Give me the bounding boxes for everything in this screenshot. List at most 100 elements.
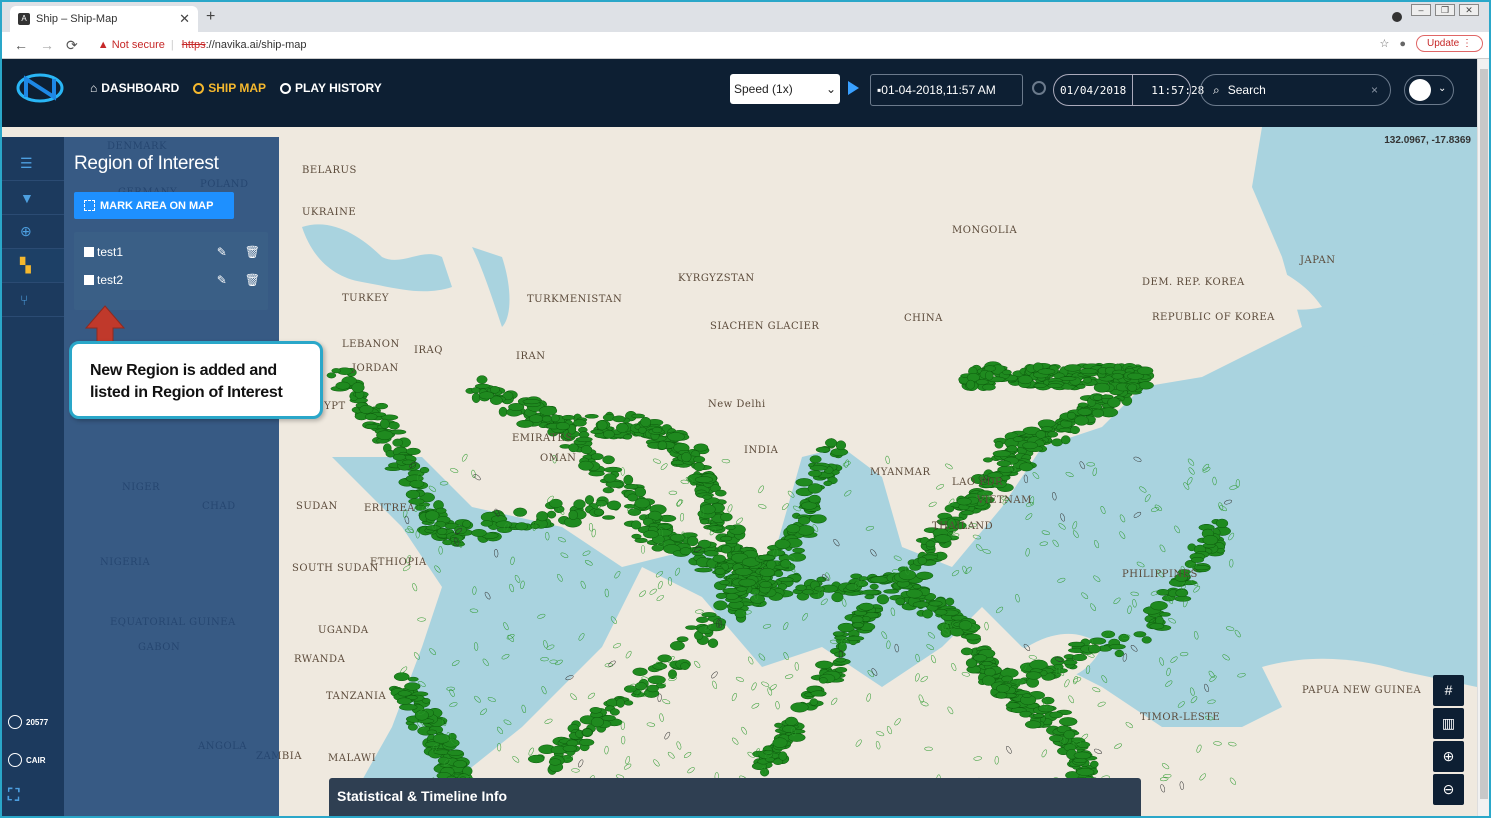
speed-select[interactable]: Speed (1x) ⌄ (730, 74, 840, 104)
ship-marker[interactable] (719, 579, 730, 586)
ship-marker[interactable] (602, 487, 615, 494)
ship-marker[interactable] (326, 372, 337, 379)
ship-marker[interactable] (453, 760, 467, 768)
edit-icon[interactable]: ✎ (217, 245, 227, 259)
ship-marker[interactable] (763, 750, 774, 755)
ship-marker[interactable] (898, 569, 917, 581)
ship-marker[interactable] (555, 422, 570, 431)
ship-marker[interactable] (1025, 671, 1042, 680)
ship-marker[interactable] (815, 660, 834, 669)
ship-marker[interactable] (774, 539, 791, 550)
ship-marker[interactable] (1215, 518, 1229, 529)
grid-hash-icon[interactable]: # (1433, 675, 1464, 706)
ship-marker[interactable] (1002, 369, 1012, 376)
ship-marker[interactable] (734, 567, 753, 576)
ship-marker[interactable] (1137, 366, 1154, 376)
ship-marker[interactable] (734, 608, 747, 619)
reload-icon[interactable]: ⟳ (66, 37, 78, 54)
ship-marker[interactable] (808, 470, 822, 477)
ship-marker[interactable] (861, 589, 880, 596)
ship-marker[interactable] (476, 375, 488, 384)
ship-marker[interactable] (795, 478, 813, 487)
ship-marker[interactable] (419, 466, 430, 474)
ship-marker[interactable] (869, 583, 879, 590)
ship-marker[interactable] (495, 520, 513, 529)
ship-marker[interactable] (331, 368, 341, 374)
ship-marker[interactable] (823, 480, 833, 487)
ship-marker[interactable] (508, 403, 525, 411)
browser-tab[interactable]: A Ship – Ship-Map ✕ (10, 6, 198, 32)
map-layers-icon[interactable]: ▥ (1433, 708, 1464, 739)
ship-marker[interactable] (1005, 702, 1021, 709)
ship-marker[interactable] (670, 533, 685, 542)
ship-marker[interactable] (657, 440, 668, 450)
mark-area-button[interactable]: MARK AREA ON MAP (74, 192, 234, 219)
ship-marker[interactable] (864, 594, 875, 600)
ship-marker[interactable] (691, 547, 706, 553)
delete-icon[interactable]: 🗑 (245, 273, 260, 287)
forward-icon[interactable]: → (40, 37, 54, 53)
ship-marker[interactable] (405, 489, 421, 499)
ship-marker[interactable] (852, 622, 864, 628)
ship-marker[interactable] (392, 453, 407, 461)
ship-marker[interactable] (404, 682, 421, 691)
ship-marker[interactable] (1090, 760, 1099, 768)
ship-marker[interactable] (778, 577, 794, 583)
ship-marker[interactable] (489, 386, 500, 394)
ship-marker[interactable] (985, 370, 994, 381)
ship-marker[interactable] (454, 525, 467, 535)
ship-marker[interactable] (1069, 425, 1080, 435)
ship-marker[interactable] (561, 414, 575, 421)
ship-marker[interactable] (530, 523, 540, 529)
hamburger-menu-icon[interactable]: ☰ (2, 147, 64, 181)
ship-marker[interactable] (1073, 751, 1092, 760)
ship-marker[interactable] (835, 440, 847, 451)
user-menu[interactable]: ⌄ (1404, 75, 1454, 105)
profile-dot-icon[interactable] (1392, 12, 1402, 22)
ship-marker[interactable] (582, 728, 593, 737)
ship-marker[interactable] (375, 402, 389, 410)
back-icon[interactable]: ← (14, 37, 28, 53)
ship-marker[interactable] (351, 382, 365, 393)
ship-marker[interactable] (652, 662, 668, 670)
ship-marker[interactable] (759, 568, 776, 577)
ship-marker[interactable] (759, 581, 772, 589)
ship-marker[interactable] (876, 594, 890, 605)
ship-marker[interactable] (809, 455, 822, 464)
ship-marker[interactable] (546, 510, 557, 519)
maximize-button[interactable]: ❐ (1435, 4, 1455, 16)
ship-marker[interactable] (702, 494, 712, 500)
ship-marker[interactable] (1017, 375, 1033, 385)
ship-marker[interactable] (1107, 397, 1121, 408)
ship-marker[interactable] (1091, 408, 1105, 418)
ship-marker[interactable] (522, 399, 541, 405)
ship-marker[interactable] (590, 716, 604, 728)
ship-marker[interactable] (669, 641, 685, 651)
ship-marker[interactable] (612, 415, 626, 423)
ship-marker[interactable] (1092, 394, 1103, 401)
ship-marker[interactable] (1006, 445, 1018, 453)
ship-marker[interactable] (685, 625, 698, 630)
ship-marker[interactable] (694, 476, 714, 483)
ship-marker[interactable] (1024, 720, 1042, 729)
ship-marker[interactable] (603, 473, 617, 483)
ship-marker[interactable] (792, 547, 805, 554)
ship-marker[interactable] (858, 576, 869, 581)
ship-marker[interactable] (934, 608, 948, 616)
ship-marker[interactable] (471, 529, 487, 537)
ship-marker[interactable] (548, 758, 562, 766)
ship-marker[interactable] (407, 676, 419, 682)
ship-marker[interactable] (994, 441, 1004, 449)
ship-marker[interactable] (584, 414, 599, 419)
ship-marker[interactable] (819, 677, 828, 684)
ship-marker[interactable] (616, 422, 629, 433)
ship-marker[interactable] (1108, 643, 1126, 650)
region-checkbox[interactable] (84, 247, 94, 257)
ship-marker[interactable] (376, 430, 394, 440)
ship-marker[interactable] (515, 522, 528, 531)
ship-marker[interactable] (1083, 377, 1092, 384)
ship-marker[interactable] (388, 421, 400, 430)
nav-ship-map[interactable]: SHIP MAP (193, 81, 266, 95)
ship-marker[interactable] (713, 600, 728, 611)
ship-marker[interactable] (996, 460, 1012, 467)
